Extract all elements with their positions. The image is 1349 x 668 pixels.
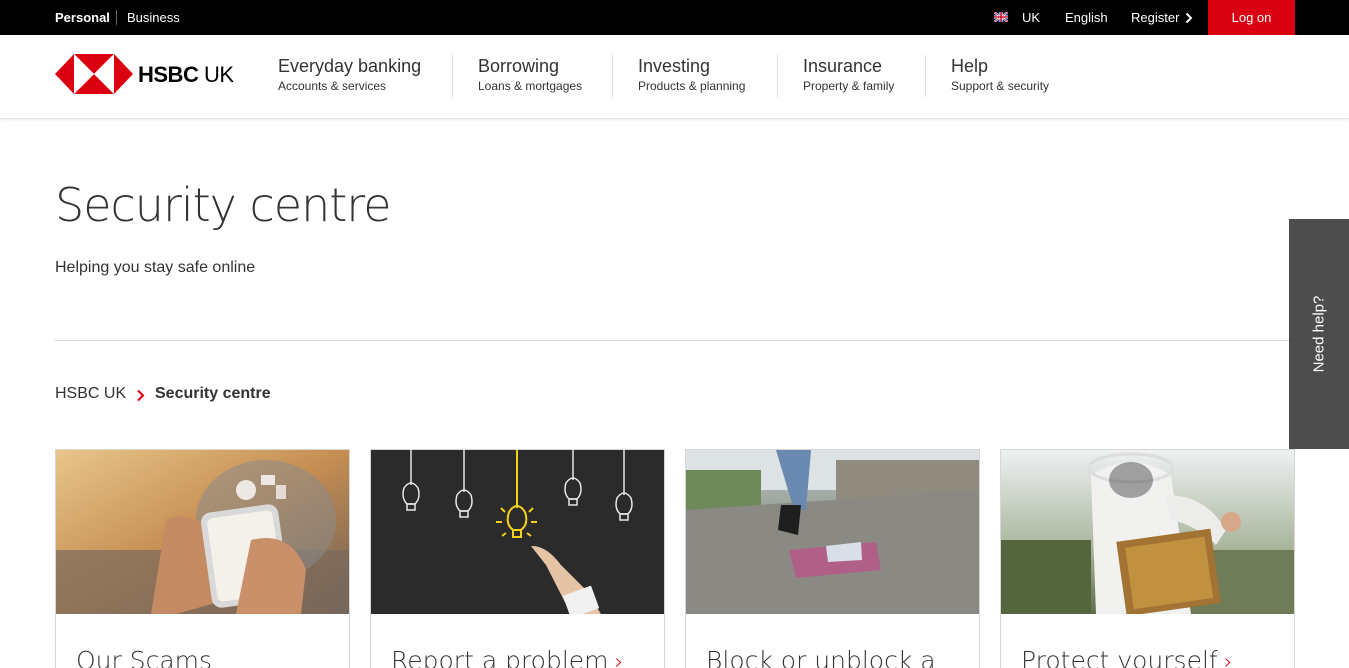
card-title: Our Scams: [76, 646, 213, 668]
nav-divider: [777, 55, 778, 97]
nav-subtitle: Property & family: [803, 79, 895, 93]
nav-subtitle: Support & security: [951, 79, 1050, 93]
lightbulb-chalkboard-image: [371, 450, 664, 614]
nav-divider: [452, 55, 453, 97]
section-divider: [55, 340, 1295, 341]
nav-title: Help: [951, 56, 989, 76]
page-subtitle: Helping you stay safe online: [55, 259, 256, 276]
nav-subtitle: Accounts & services: [278, 79, 387, 93]
nav-subtitle: Products & planning: [638, 79, 746, 93]
card-title-text: Report a problem: [391, 646, 609, 668]
nav-title: Everyday banking: [278, 56, 422, 76]
chevron-right-icon: ›: [614, 650, 624, 668]
nav-subtitle: Loans & mortgages: [478, 79, 583, 93]
card-report-a-problem[interactable]: Report a problem ›: [370, 449, 665, 668]
nav-title: Insurance: [803, 56, 883, 76]
chevron-right-icon: [1185, 12, 1193, 24]
log-on-button[interactable]: Log on: [1208, 0, 1295, 35]
nav-investing[interactable]: Investing Products & planning: [638, 55, 745, 93]
card-block-or-unblock[interactable]: Block or unblock a: [685, 449, 980, 668]
hsbc-hexagon-logo-icon[interactable]: [55, 54, 133, 94]
uk-flag-icon: [994, 12, 1008, 22]
brand-name[interactable]: HSBC UK: [138, 62, 234, 88]
register-link[interactable]: Register: [1131, 0, 1179, 35]
card-title-text: Protect yourself: [1021, 646, 1218, 668]
card-protect-yourself[interactable]: Protect yourself ›: [1000, 449, 1295, 668]
business-link[interactable]: Business: [127, 0, 180, 35]
card-title: Report a problem ›: [391, 646, 623, 668]
nav-divider: [925, 55, 926, 97]
nav-insurance[interactable]: Insurance Property & family: [803, 55, 894, 93]
need-help-label: Need help?: [1310, 295, 1328, 373]
card-title: Block or unblock a: [706, 646, 936, 668]
brand-region: UK: [198, 62, 234, 87]
language-selector[interactable]: English: [1065, 0, 1108, 35]
personal-link[interactable]: Personal: [55, 0, 110, 35]
country-selector[interactable]: UK: [1022, 0, 1040, 35]
card-title: Protect yourself ›: [1021, 646, 1233, 668]
nav-borrowing[interactable]: Borrowing Loans & mortgages: [478, 55, 582, 93]
divider: [116, 10, 117, 25]
brand-bold: HSBC: [138, 62, 199, 87]
nav-divider: [612, 55, 613, 97]
main-header: HSBC UK Everyday banking Accounts & serv…: [0, 35, 1349, 119]
nav-title: Borrowing: [478, 56, 560, 76]
card-our-scams[interactable]: Our Scams: [55, 449, 350, 668]
phone-notifications-image: [56, 450, 349, 614]
page-title: Security centre: [55, 178, 392, 232]
dropped-wallet-image: [686, 450, 979, 614]
breadcrumb-current: Security centre: [155, 385, 271, 402]
nav-title: Investing: [638, 56, 711, 76]
nav-help[interactable]: Help Support & security: [951, 55, 1049, 93]
beekeeper-image: [1001, 450, 1294, 614]
need-help-tab[interactable]: Need help?: [1289, 219, 1349, 449]
chevron-right-icon: [137, 389, 145, 402]
top-utility-bar: Personal Business UK English Register Lo…: [0, 0, 1349, 35]
breadcrumb-home-link[interactable]: HSBC UK: [55, 385, 126, 403]
nav-everyday-banking[interactable]: Everyday banking Accounts & services: [278, 55, 421, 93]
chevron-right-icon: ›: [1223, 650, 1233, 668]
